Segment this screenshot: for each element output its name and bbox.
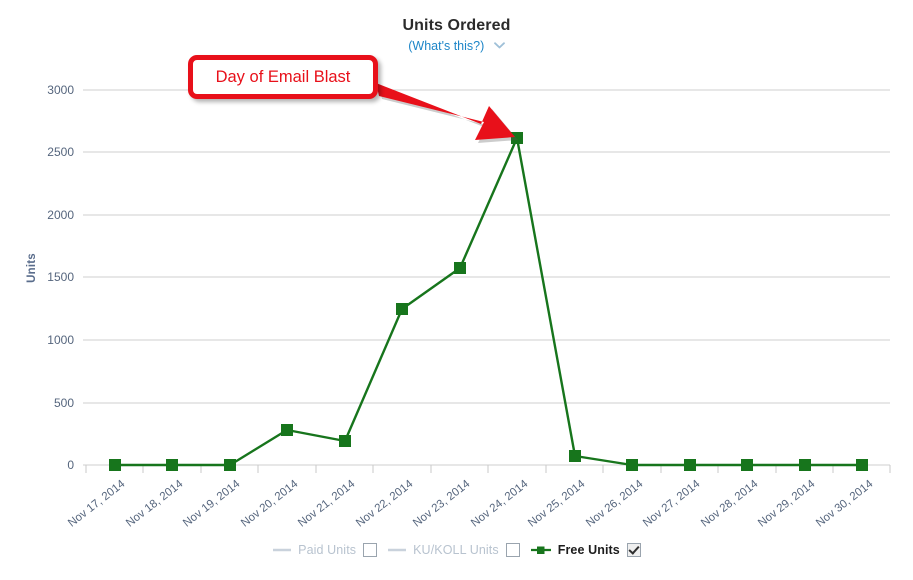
legend-checkbox-paid-units[interactable] [363, 543, 378, 557]
legend-line-icon [272, 545, 292, 555]
legend-checkbox-ku-koll-units[interactable] [505, 543, 520, 557]
legend-label: Free Units [557, 543, 620, 557]
legend-item-ku-koll-units[interactable]: KU/KOLL Units [387, 543, 520, 557]
legend-label: Paid Units [298, 543, 357, 557]
series-markers [109, 132, 868, 471]
annotation-callout: Day of Email Blast [188, 55, 378, 99]
legend-line-icon [387, 545, 407, 555]
legend-item-paid-units[interactable]: Paid Units [272, 543, 378, 557]
units-ordered-chart: Units Ordered (What's this?) Units 3000 … [0, 0, 913, 580]
legend-checkbox-free-units[interactable] [626, 543, 641, 557]
chart-legend: Paid Units KU/KOLL Units Free Units [0, 543, 913, 557]
legend-item-free-units[interactable]: Free Units [530, 543, 641, 557]
series-free-units [109, 132, 868, 471]
gridlines [83, 89, 890, 466]
annotation-text: Day of Email Blast [215, 67, 351, 86]
legend-line-marker-icon [530, 545, 552, 555]
legend-label: KU/KOLL Units [413, 543, 499, 557]
annotation-arrow-icon [376, 83, 518, 143]
